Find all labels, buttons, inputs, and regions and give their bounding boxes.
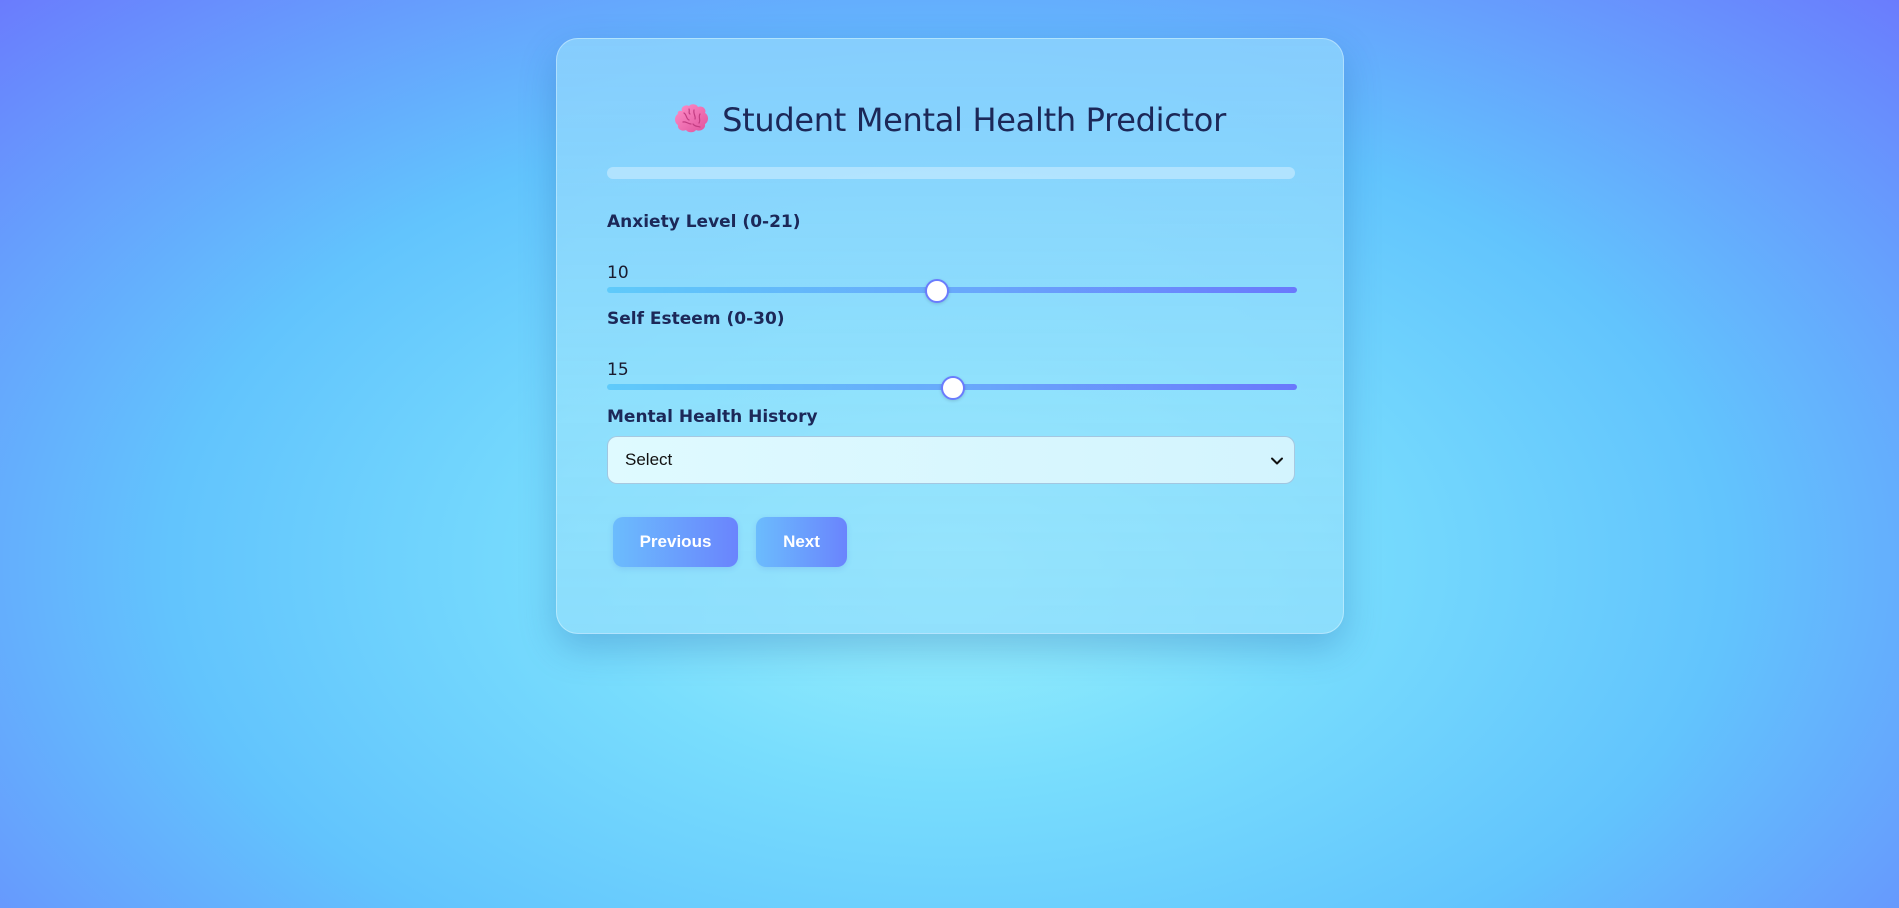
mental-health-history-select[interactable]: Select [607, 436, 1295, 484]
anxiety-value: 10 [607, 263, 629, 283]
page-title: Student Mental Health Predictor [557, 101, 1343, 139]
anxiety-slider-thumb[interactable] [924, 279, 949, 303]
next-button[interactable]: Next [756, 517, 847, 567]
self-esteem-label: Self Esteem (0-30) [607, 309, 785, 329]
self-esteem-slider-thumb[interactable] [941, 376, 965, 400]
anxiety-label: Anxiety Level (0-21) [607, 212, 801, 232]
mental-health-history-label: Mental Health History [607, 407, 818, 427]
self-esteem-value: 15 [607, 360, 629, 380]
anxiety-slider[interactable] [607, 278, 1297, 303]
anxiety-slider-track [607, 287, 1297, 293]
predictor-card: Student Mental Health Predictor Anxiety … [556, 38, 1344, 634]
mental-health-history-selected: Select [625, 450, 673, 469]
chevron-down-icon [1271, 457, 1283, 465]
previous-button[interactable]: Previous [613, 517, 738, 567]
brain-icon [675, 104, 709, 133]
page-title-text: Student Mental Health Predictor [722, 101, 1226, 139]
progress-bar [607, 167, 1295, 179]
self-esteem-slider[interactable] [607, 375, 1297, 400]
